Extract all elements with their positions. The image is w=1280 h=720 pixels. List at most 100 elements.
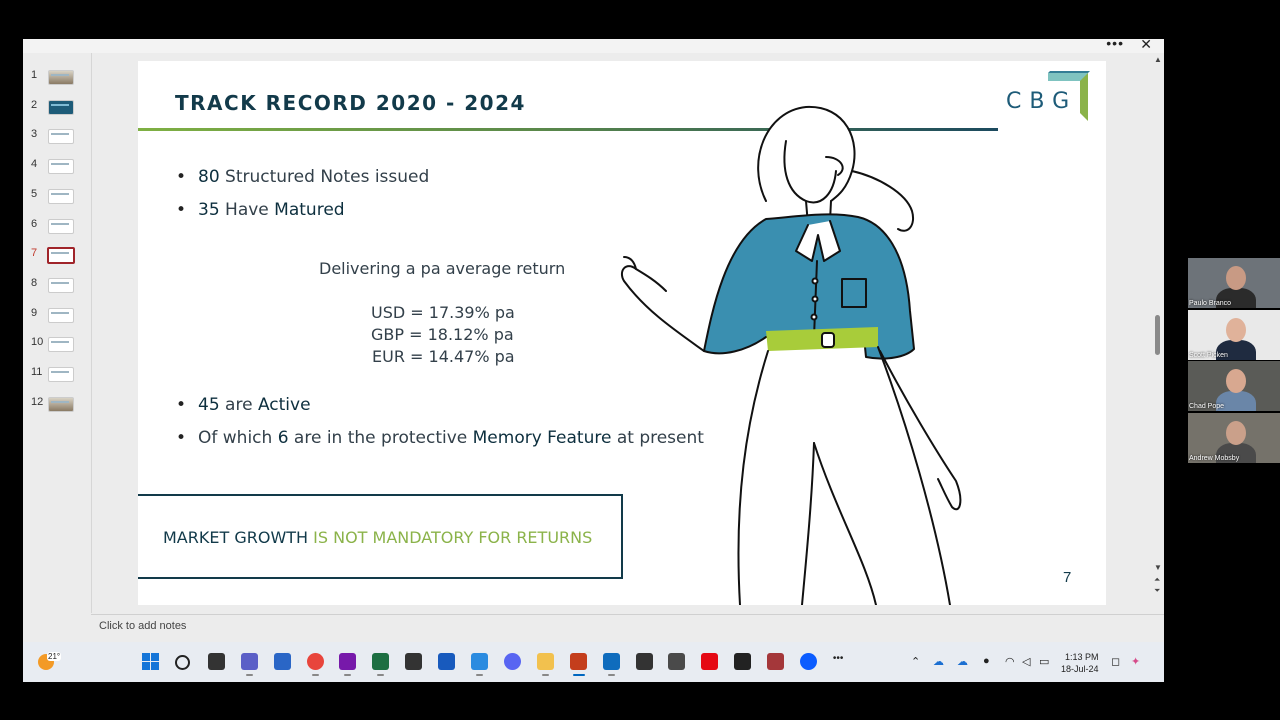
thumbnail-content [51, 133, 69, 136]
slide-thumbnail-5[interactable]: 5 [23, 186, 91, 208]
access-icon[interactable] [767, 653, 785, 670]
bullet-glyph: • [176, 200, 187, 220]
slide-thumbnail-2[interactable]: 2 [23, 97, 91, 119]
thumbnail-content [51, 103, 69, 106]
slide-thumbnail-12[interactable]: 12 [23, 394, 91, 416]
windows-logo-pane [151, 653, 159, 661]
gbp-return: GBP = 18.12% pa [371, 325, 514, 344]
usd-return: USD = 17.39% pa [371, 303, 515, 322]
participant-video-tile[interactable]: Paulo Branco [1188, 258, 1280, 308]
clock-time: 1:13 PM [1065, 652, 1099, 662]
onedrive-icon[interactable]: ☁ [933, 655, 944, 668]
next-slide-icon[interactable]: ⏷ [1154, 586, 1160, 596]
thumbnail-content [51, 281, 69, 284]
notifications-icon[interactable]: ◻ [1111, 655, 1120, 668]
callout-box: MARKET GROWTH IS NOT MANDATORY FOR RETUR… [138, 494, 623, 579]
clock[interactable]: 1:13 PM 18-Jul-24 [1061, 651, 1099, 675]
netflix-icon[interactable] [701, 653, 719, 670]
scroll-thumb[interactable] [1155, 315, 1160, 355]
volume-icon[interactable]: ◁ [1022, 655, 1030, 668]
slide-thumbnail-preview[interactable] [48, 218, 74, 234]
scroll-up-icon[interactable]: ▲ [1154, 55, 1162, 64]
participant-head [1226, 317, 1246, 342]
chrome-icon[interactable] [306, 653, 324, 676]
vertical-scrollbar[interactable]: ▲ ▼ ⏶ ⏷ [1152, 53, 1164, 598]
powerpoint-icon[interactable] [569, 653, 587, 676]
slide-thumbnail-6[interactable]: 6 [23, 216, 91, 238]
search-icon[interactable] [174, 655, 190, 670]
slide-title: TRACK RECORD 2020 - 2024 [175, 91, 526, 115]
eur-return: EUR = 14.47% pa [372, 347, 515, 366]
slide-thumbnail-number: 2 [31, 98, 38, 111]
bullet-structured-notes: • 80 Structured Notes issued [176, 167, 429, 187]
zoom-icon[interactable] [800, 653, 817, 670]
matured-count: 35 [198, 200, 220, 220]
snipping-icon[interactable] [471, 653, 488, 676]
slide-thumbnail-4[interactable]: 4 [23, 156, 91, 178]
participant-video-tile[interactable]: Andrew Mobsby [1188, 412, 1280, 463]
battery-icon[interactable]: ▭ [1039, 655, 1049, 668]
teams-icon[interactable] [240, 653, 258, 676]
calculator-icon[interactable] [668, 653, 686, 670]
app-k-icon[interactable] [405, 653, 423, 670]
chevron-up-icon[interactable]: ⌃ [911, 655, 920, 668]
title-bar: ••• ✕ [23, 35, 1164, 53]
outlook-icon[interactable] [602, 653, 620, 676]
discord-icon[interactable] [503, 653, 521, 670]
participant-video-tile[interactable]: Scott Picken [1188, 309, 1280, 360]
microphone-icon[interactable]: ● [983, 655, 990, 667]
slide-thumbnail-preview[interactable] [48, 277, 74, 293]
task-view-icon[interactable] [207, 653, 225, 670]
participant-name: Scott Picken [1189, 351, 1228, 359]
notes-issued-count: 80 [198, 167, 220, 187]
slide-thumbnail-10[interactable]: 10 [23, 334, 91, 356]
slide-thumbnail-preview[interactable] [48, 70, 74, 85]
notes-placeholder[interactable]: Click to add notes [99, 620, 186, 632]
wifi-icon[interactable]: ◠ [1005, 655, 1015, 668]
sticky-notes-icon[interactable] [635, 653, 653, 670]
slide-thumbnail-preview[interactable] [48, 337, 74, 353]
more-options-button[interactable]: ••• [1106, 35, 1124, 51]
prev-slide-icon[interactable]: ⏶ [1154, 575, 1160, 585]
slide-thumbnail-pane[interactable]: 1 2 3 4 5 6 7 8 9 10 11 12 [23, 53, 91, 613]
app-dark-icon[interactable] [734, 653, 752, 670]
word-icon[interactable] [438, 653, 456, 670]
slide-thumbnail-preview[interactable] [48, 307, 74, 323]
bullet-glyph: • [176, 395, 187, 415]
slide-thumbnail-preview[interactable] [48, 99, 74, 115]
more-icon[interactable]: ••• [833, 653, 850, 670]
slide-thumbnail-3[interactable]: 3 [23, 126, 91, 148]
close-button[interactable]: ✕ [1140, 36, 1152, 53]
file-explorer-icon[interactable] [536, 653, 554, 676]
copilot-icon[interactable]: ✦ [1131, 655, 1140, 668]
slide-thumbnail-7[interactable]: 7 [23, 245, 91, 267]
slide-thumbnail-preview[interactable] [47, 247, 75, 265]
scroll-down-icon[interactable]: ▼ [1154, 563, 1162, 572]
memory-emph: Memory Feature [472, 428, 612, 448]
active-emph: Active [257, 395, 311, 415]
participant-video-tile[interactable]: Chad Pope [1188, 361, 1280, 411]
slide-thumbnail-preview[interactable] [48, 129, 74, 145]
slide-thumbnail-8[interactable]: 8 [23, 275, 91, 297]
thumbnail-content [51, 371, 69, 373]
store-icon[interactable] [273, 653, 291, 670]
slide-thumbnail-number: 1 [31, 69, 38, 81]
temperature: 21° [47, 652, 62, 661]
start-icon[interactable] [142, 653, 159, 670]
slide-thumbnail-preview[interactable] [48, 188, 74, 204]
participant-name: Andrew Mobsby [1189, 454, 1240, 462]
slide-thumbnail-preview[interactable] [48, 396, 74, 412]
participant-name: Paulo Branco [1189, 300, 1232, 307]
windows-logo-pane [142, 662, 150, 670]
slide-thumbnail-preview[interactable] [48, 159, 74, 175]
onenote-icon[interactable] [339, 653, 357, 676]
slide-thumbnail-9[interactable]: 9 [23, 305, 91, 327]
slide-thumbnail-preview[interactable] [48, 367, 74, 382]
slide-thumbnail-1[interactable]: 1 [23, 67, 91, 89]
slide-thumbnail-11[interactable]: 11 [23, 364, 91, 386]
slide-thumbnail-number: 7 [31, 247, 38, 260]
slide-canvas[interactable]: TRACK RECORD 2020 - 2024 CBG • 80 Structu… [138, 61, 1106, 605]
slide-thumbnail-number: 11 [31, 366, 43, 378]
excel-icon[interactable] [372, 653, 390, 676]
onedrive-personal-icon[interactable]: ☁ [957, 655, 968, 668]
